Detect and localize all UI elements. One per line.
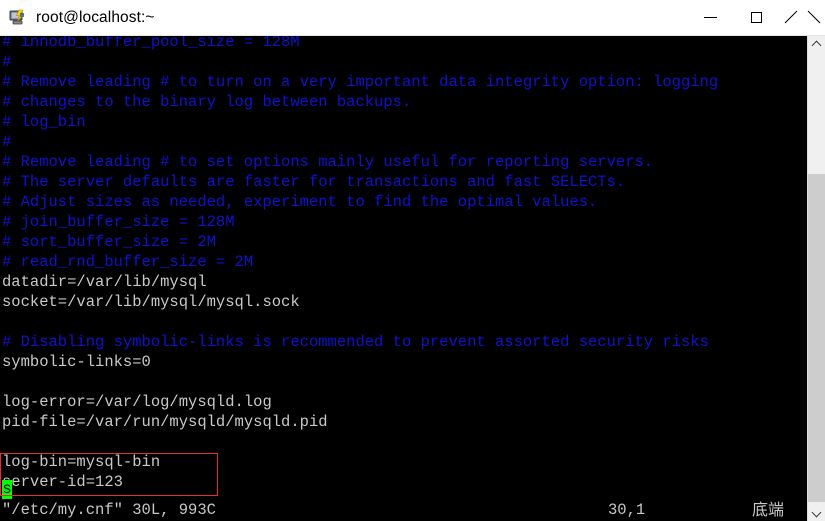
- terminal-line: log-error=/var/log/mysqld.log: [2, 393, 272, 411]
- chevron-down-icon: [813, 508, 821, 516]
- minimize-button[interactable]: [687, 0, 733, 35]
- close-icon: [796, 11, 809, 24]
- terminal-line: pid-file=/var/run/mysqld/mysqld.pid: [2, 413, 328, 431]
- text-cursor: s: [2, 480, 12, 499]
- terminal-line: # The server defaults are faster for tra…: [2, 173, 626, 191]
- terminal-line: # read_rnd_buffer_size = 2M: [2, 253, 254, 271]
- maximize-icon: [750, 12, 762, 23]
- terminal-line: datadir=/var/lib/mysql: [2, 273, 207, 291]
- terminal-line: #: [2, 133, 12, 151]
- terminal-line: # sort_buffer_size = 2M: [2, 233, 216, 251]
- scrollbar-track-upper[interactable]: [808, 54, 825, 174]
- terminal-line: symbolic-links=0: [2, 353, 151, 371]
- terminal-line: # Adjust sizes as needed, experiment to …: [2, 193, 598, 211]
- terminal-line: # innodb_buffer_pool_size = 128M: [2, 36, 300, 51]
- scrollbar-up-button[interactable]: [808, 36, 825, 54]
- putty-terminal-icon: [8, 8, 28, 28]
- minimize-icon: [703, 17, 717, 18]
- maximize-button[interactable]: [733, 0, 779, 35]
- terminal-line: # Remove leading # to set options mainly…: [2, 153, 654, 171]
- terminal-line: # Remove leading # to turn on a very imp…: [2, 73, 719, 91]
- status-cursor-position: 30,1: [608, 501, 646, 519]
- terminal-text-buffer: # innodb_buffer_pool_size = 128M # # Remov…: [0, 36, 807, 492]
- terminal-line: #: [2, 53, 12, 71]
- status-location-label: 底端: [752, 500, 785, 519]
- terminal-line: # changes to the binary log between back…: [2, 93, 412, 111]
- terminal-line: server-id=123: [2, 473, 123, 491]
- terminal-line: # Disabling symbolic-links is recommende…: [2, 333, 709, 351]
- close-button[interactable]: [779, 0, 825, 35]
- scrollbar-thumb[interactable]: [808, 174, 825, 502]
- terminal-line: socket=/var/lib/mysql/mysql.sock: [2, 293, 300, 311]
- terminal-line: log-bin=mysql-bin: [2, 453, 161, 471]
- window-title: root@localhost:~: [36, 8, 155, 26]
- terminal-window: root@localhost:~ # innodb_buffer_pool_si…: [0, 0, 825, 521]
- terminal-line: # log_bin: [2, 113, 86, 131]
- status-file-info: "/etc/my.cnf" 30L, 993C: [2, 501, 216, 519]
- window-titlebar[interactable]: root@localhost:~: [0, 0, 825, 36]
- terminal-content-area[interactable]: # innodb_buffer_pool_size = 128M # # Remov…: [0, 36, 807, 521]
- scrollbar-down-button[interactable]: [808, 503, 825, 521]
- chevron-up-icon: [813, 41, 821, 49]
- vim-status-line: "/etc/my.cnf" 30L, 993C 30,1 底端: [0, 499, 807, 521]
- terminal-line: # join_buffer_size = 128M: [2, 213, 235, 231]
- vertical-scrollbar[interactable]: [807, 36, 825, 521]
